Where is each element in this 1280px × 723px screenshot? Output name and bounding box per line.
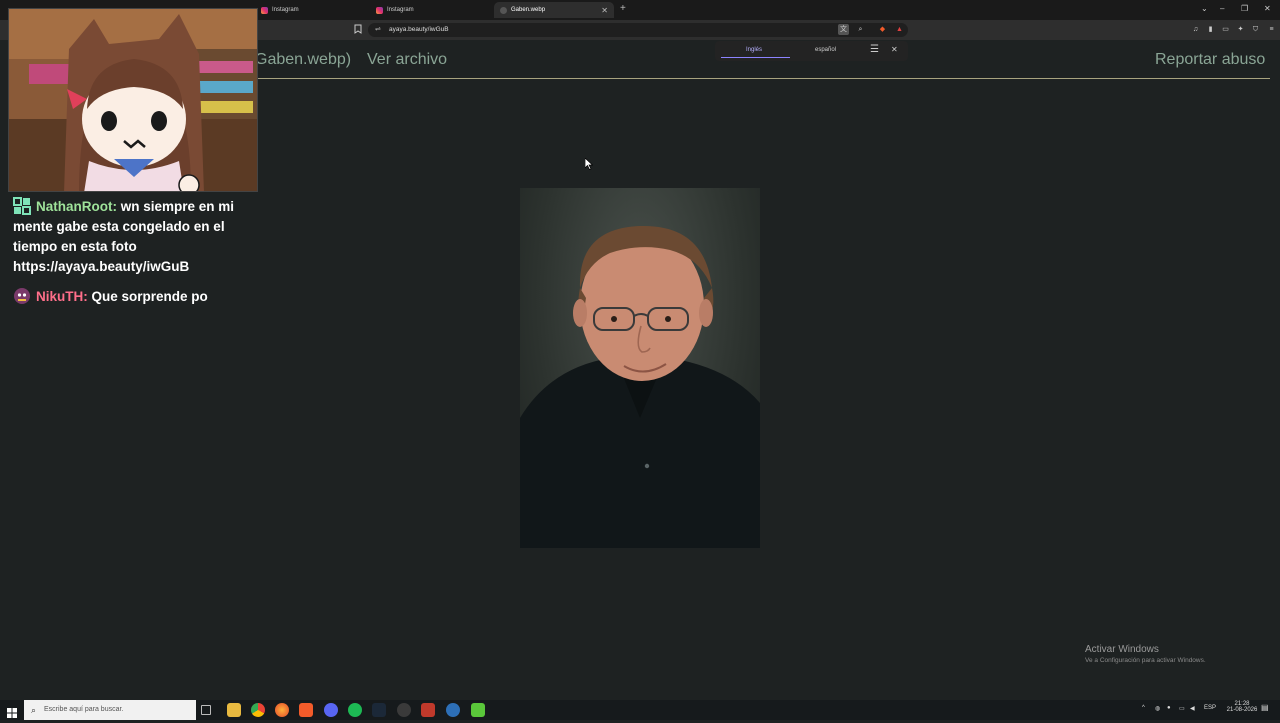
sidebar-icon[interactable]: ▮ [1205, 24, 1216, 35]
microphone-icon[interactable]: ● [1167, 705, 1171, 711]
report-abuse-link[interactable]: Reportar abuso [1155, 51, 1265, 69]
menu-icon[interactable]: ☰ [870, 44, 879, 55]
app-icon[interactable] [471, 703, 485, 717]
brave-shield-icon[interactable]: ◆ [877, 24, 888, 35]
instagram-icon [261, 6, 268, 14]
ccleaner-icon[interactable] [446, 703, 460, 717]
brave-icon[interactable] [299, 703, 313, 717]
vpn-icon[interactable]: ⛉ [1250, 24, 1261, 35]
activate-windows-title: Activar Windows [1085, 644, 1159, 655]
file-explorer-icon[interactable] [227, 703, 241, 717]
spotify-icon[interactable] [348, 703, 362, 717]
translate-popup: Inglés español ☰ ✕ [715, 41, 908, 61]
url-input[interactable]: ⇌ ayaya.beauty/iwGuB [368, 23, 908, 37]
page-icon [500, 6, 507, 14]
notifications-icon[interactable]: ▤ [1261, 703, 1269, 712]
mouse-cursor-icon [584, 157, 594, 175]
restore-icon[interactable]: ❐ [1241, 4, 1248, 13]
firefox-icon[interactable] [275, 703, 289, 717]
new-tab-icon[interactable]: + [620, 3, 626, 14]
translate-target-tab[interactable]: español [815, 47, 836, 53]
volume-icon[interactable]: ◀ [1190, 705, 1195, 712]
steam-icon[interactable] [372, 703, 386, 717]
user-badge-icon [13, 197, 31, 215]
tab-gaben[interactable]: Gaben.webp ✕ [494, 2, 614, 18]
taskbar-search-input[interactable]: ⌕ Escribe aquí para buscar. [24, 700, 196, 720]
close-window-icon[interactable]: ✕ [1264, 4, 1271, 13]
file-name-link[interactable]: Gaben.webp) [255, 51, 351, 69]
chat-username: NikuTH: [36, 289, 88, 304]
search-icon: ⌕ [31, 705, 37, 715]
close-tab-icon[interactable]: ✕ [601, 6, 608, 15]
discord-icon[interactable] [324, 703, 338, 717]
instagram-icon [376, 6, 383, 14]
chat-message: NathanRoot: wn siempre en mi mente gabe … [13, 197, 235, 274]
wallet-icon[interactable]: ▭ [1220, 24, 1231, 35]
view-file-link[interactable]: Ver archivo [367, 51, 447, 69]
extensions-icon[interactable]: ✦ [1235, 24, 1246, 35]
valorant-icon[interactable] [421, 703, 435, 717]
rewards-icon[interactable]: ▲ [894, 24, 905, 35]
bookmark-icon[interactable] [354, 24, 362, 34]
tab-instagram-2[interactable]: Instagram [370, 2, 490, 18]
minimize-icon[interactable]: – [1220, 4, 1224, 13]
user-avatar-icon [13, 287, 31, 305]
translate-icon[interactable]: 文 [838, 24, 849, 35]
chrome-icon[interactable] [251, 703, 265, 717]
obs-icon[interactable] [397, 703, 411, 717]
tray-app-icon[interactable]: ◍ [1155, 705, 1160, 712]
image-preview [520, 188, 760, 548]
selected-tab-underline [721, 57, 790, 58]
translate-source-tab[interactable]: Inglés [746, 47, 762, 53]
site-settings-icon[interactable]: ⇌ [375, 23, 381, 37]
zoom-icon[interactable]: ⌕ [855, 24, 866, 35]
tray-chevron-icon[interactable]: ^ [1142, 705, 1145, 711]
language-indicator[interactable]: ESP [1204, 705, 1216, 711]
task-view-icon[interactable] [201, 705, 211, 715]
music-icon[interactable]: ♫ [1190, 24, 1201, 35]
menu-icon[interactable]: ≡ [1266, 24, 1277, 35]
tab-instagram-1[interactable]: Instagram [255, 2, 367, 18]
chat-message: NikuTH: Que sorprende po [13, 287, 263, 307]
clock[interactable]: 21:28 21-08-2026 [1226, 701, 1258, 713]
webcam-overlay [8, 8, 258, 192]
chat-username: NathanRoot: [36, 199, 117, 214]
header-divider [258, 78, 1270, 79]
windows-start-icon[interactable] [7, 705, 17, 723]
activate-windows-subtitle: Ve a Configuración para activar Windows. [1085, 657, 1206, 664]
network-icon[interactable]: ▭ [1179, 705, 1185, 712]
close-icon[interactable]: ✕ [891, 45, 898, 54]
chevron-down-icon[interactable]: ⌄ [1201, 4, 1208, 13]
